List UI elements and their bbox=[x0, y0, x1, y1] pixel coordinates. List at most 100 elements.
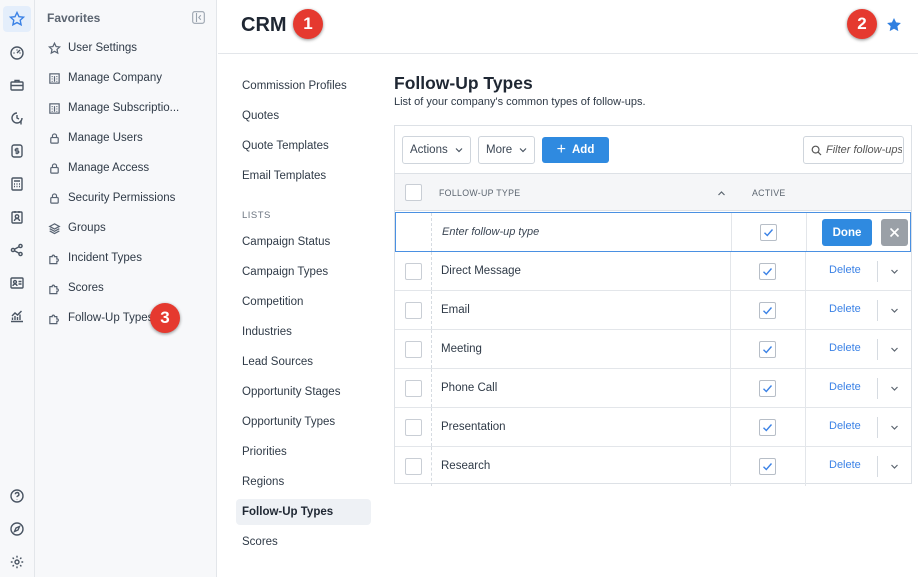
active-checkbox[interactable] bbox=[759, 419, 776, 436]
filter-search-box[interactable] bbox=[803, 136, 904, 164]
column-divider bbox=[877, 300, 878, 321]
actions-label: Actions bbox=[410, 144, 448, 156]
star-outline-icon bbox=[48, 41, 61, 54]
row-select-checkbox[interactable] bbox=[405, 380, 422, 397]
favorites-title: Favorites bbox=[47, 11, 101, 25]
subnav-item-scores[interactable]: Scores bbox=[236, 529, 371, 555]
column-divider bbox=[730, 291, 731, 329]
row-select-checkbox[interactable] bbox=[405, 419, 422, 436]
active-checkbox[interactable] bbox=[759, 302, 776, 319]
subnav-item-opportunity-stages[interactable]: Opportunity Stages bbox=[236, 379, 371, 405]
favorite-item-manage-access[interactable]: Manage Access bbox=[35, 155, 217, 181]
building-icon bbox=[49, 102, 60, 114]
delete-link[interactable]: Delete bbox=[829, 420, 861, 432]
delete-link[interactable]: Delete bbox=[829, 264, 861, 276]
dashboard-icon[interactable] bbox=[3, 40, 31, 66]
follow-up-type-input[interactable]: Enter follow-up type bbox=[442, 226, 539, 238]
active-checkbox[interactable] bbox=[759, 458, 776, 475]
subnav-item-commission-profiles[interactable]: Commission Profiles bbox=[236, 73, 371, 99]
calculator-icon[interactable] bbox=[3, 171, 31, 197]
follow-up-type-name: Research bbox=[441, 460, 491, 472]
delete-link[interactable]: Delete bbox=[829, 381, 861, 393]
favorite-item-scores[interactable]: Scores bbox=[35, 275, 217, 301]
active-checkbox[interactable] bbox=[759, 341, 776, 358]
checkmark-icon bbox=[763, 463, 773, 471]
collapse-panel-icon[interactable] bbox=[192, 11, 205, 24]
done-button[interactable]: Done bbox=[822, 219, 872, 246]
active-checkbox[interactable] bbox=[760, 224, 777, 241]
share-icon[interactable] bbox=[3, 237, 31, 263]
column-divider bbox=[805, 330, 806, 368]
table-row: Direct Message Delete bbox=[395, 252, 911, 291]
subnav-item-quote-templates[interactable]: Quote Templates bbox=[236, 133, 371, 159]
favorite-item-label: Manage Subscriptio... bbox=[68, 102, 180, 114]
row-select-checkbox[interactable] bbox=[405, 302, 422, 319]
favorite-star-icon[interactable] bbox=[885, 16, 903, 34]
subnav-item-campaign-types[interactable]: Campaign Types bbox=[236, 259, 371, 285]
lock-icon bbox=[50, 132, 59, 144]
active-checkbox[interactable] bbox=[759, 263, 776, 280]
active-checkbox[interactable] bbox=[759, 380, 776, 397]
subnav-item-email-templates[interactable]: Email Templates bbox=[236, 163, 371, 189]
compass-icon[interactable] bbox=[3, 516, 31, 542]
favorite-item-label: Scores bbox=[68, 282, 104, 294]
add-label: Add bbox=[571, 144, 595, 156]
row-menu-chevron-down-icon[interactable] bbox=[890, 462, 899, 471]
clock-dollar-icon[interactable] bbox=[3, 105, 31, 131]
favorite-item-follow-up-types[interactable]: Follow-Up Types bbox=[35, 305, 217, 331]
subnav-item-opportunity-types[interactable]: Opportunity Types bbox=[236, 409, 371, 435]
column-divider bbox=[877, 339, 878, 360]
subnav-item-quotes[interactable]: Quotes bbox=[236, 103, 371, 129]
favorite-item-manage-subscriptions[interactable]: Manage Subscriptio... bbox=[35, 95, 217, 121]
column-divider bbox=[431, 252, 432, 290]
row-menu-chevron-down-icon[interactable] bbox=[890, 306, 899, 315]
id-card-icon[interactable] bbox=[3, 270, 31, 296]
favorite-item-manage-company[interactable]: Manage Company bbox=[35, 65, 217, 91]
chevron-down-icon bbox=[455, 148, 463, 153]
row-select-checkbox[interactable] bbox=[405, 341, 422, 358]
favorite-item-label: Manage Users bbox=[68, 132, 143, 144]
favorite-item-label: Groups bbox=[68, 222, 106, 234]
dollar-icon[interactable] bbox=[3, 138, 31, 164]
select-all-checkbox[interactable] bbox=[405, 184, 422, 201]
help-icon[interactable] bbox=[3, 483, 31, 509]
subnav-item-campaign-status[interactable]: Campaign Status bbox=[236, 229, 371, 255]
row-select-checkbox[interactable] bbox=[405, 263, 422, 280]
favorite-item-groups[interactable]: Groups bbox=[35, 215, 217, 241]
subnav-item-industries[interactable]: Industries bbox=[236, 319, 371, 345]
column-divider bbox=[431, 408, 432, 446]
subnav-item-regions[interactable]: Regions bbox=[236, 469, 371, 495]
settings-icon[interactable] bbox=[3, 549, 31, 575]
row-select-checkbox[interactable] bbox=[405, 458, 422, 475]
subnav-item-lead-sources[interactable]: Lead Sources bbox=[236, 349, 371, 375]
column-header-follow-up-type[interactable]: FOLLOW-UP TYPE bbox=[439, 188, 520, 198]
add-button[interactable]: + Add bbox=[542, 137, 609, 163]
favorite-item-security-permissions[interactable]: Security Permissions bbox=[35, 185, 217, 211]
more-dropdown[interactable]: More bbox=[478, 136, 536, 164]
subnav-item-follow-up-types[interactable]: Follow-Up Types bbox=[236, 499, 371, 525]
star-icon[interactable] bbox=[3, 6, 31, 32]
row-menu-chevron-down-icon[interactable] bbox=[890, 423, 899, 432]
subnav-item-competition[interactable]: Competition bbox=[236, 289, 371, 315]
more-label: More bbox=[486, 144, 513, 156]
delete-link[interactable]: Delete bbox=[829, 303, 861, 315]
favorite-item-incident-types[interactable]: Incident Types bbox=[35, 245, 217, 271]
analytics-icon[interactable] bbox=[3, 303, 31, 329]
briefcase-icon[interactable] bbox=[3, 72, 31, 98]
column-header-active[interactable]: ACTIVE bbox=[752, 188, 786, 198]
row-menu-chevron-down-icon[interactable] bbox=[890, 267, 899, 276]
favorite-item-manage-users[interactable]: Manage Users bbox=[35, 125, 217, 151]
favorite-item-user-settings[interactable]: User Settings bbox=[35, 35, 217, 61]
subnav-item-priorities[interactable]: Priorities bbox=[236, 439, 371, 465]
filter-input[interactable] bbox=[826, 144, 902, 156]
delete-link[interactable]: Delete bbox=[829, 459, 861, 471]
row-menu-chevron-down-icon[interactable] bbox=[890, 384, 899, 393]
sort-ascending-icon[interactable] bbox=[717, 189, 726, 198]
row-menu-chevron-down-icon[interactable] bbox=[890, 345, 899, 354]
column-divider bbox=[877, 417, 878, 438]
cancel-button[interactable] bbox=[881, 219, 908, 246]
actions-dropdown[interactable]: Actions bbox=[402, 136, 471, 164]
contact-icon[interactable] bbox=[3, 204, 31, 230]
column-divider bbox=[431, 330, 432, 368]
delete-link[interactable]: Delete bbox=[829, 342, 861, 354]
